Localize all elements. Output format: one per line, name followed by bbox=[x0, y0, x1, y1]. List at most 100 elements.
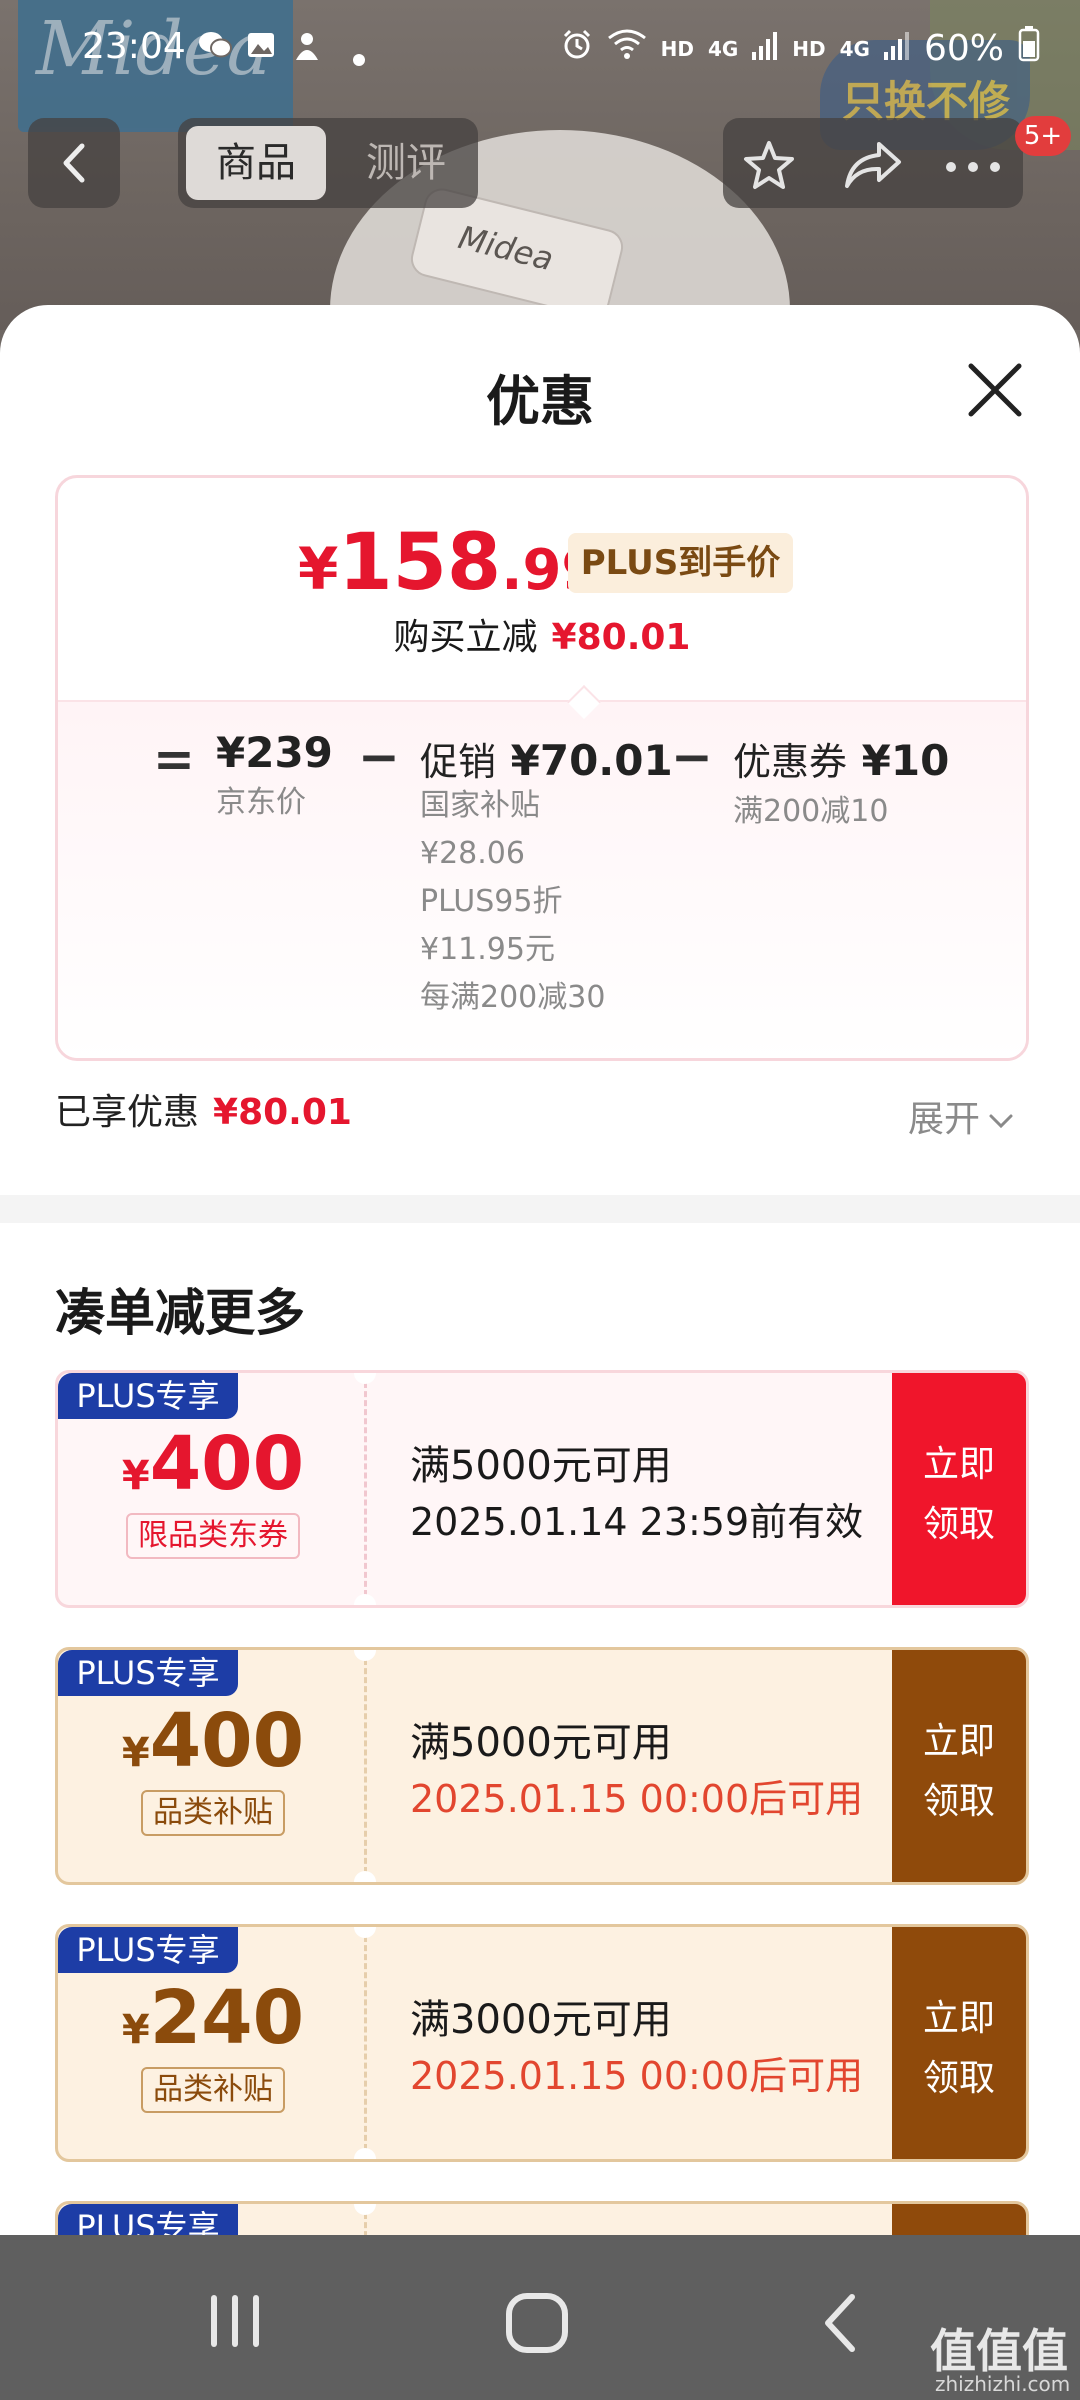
gallery-icon bbox=[246, 30, 276, 68]
plus-exclusive-tag: PLUS专享 bbox=[58, 1373, 238, 1419]
coupon-card: PLUS专享 ¥400 品类补贴 满5000元可用 2025.01.15 00:… bbox=[55, 1647, 1029, 1885]
plus-price-tag: PLUS到手价 bbox=[568, 533, 793, 593]
app-notification-icon bbox=[292, 30, 322, 70]
hd-label-2: HD bbox=[792, 36, 826, 61]
jd-price-label: 京东价 bbox=[216, 785, 306, 820]
nav-actions bbox=[723, 118, 1023, 208]
coupon-perforation bbox=[364, 1373, 367, 1605]
coupon-amount: ¥400 bbox=[58, 1698, 368, 1784]
coupon-hole bbox=[354, 1871, 376, 1882]
claim-label-1: 立即 bbox=[922, 1998, 995, 2039]
promo-detail-list: 国家补贴 ¥28.06 PLUS95折 ¥11.95元 每满200减30 bbox=[420, 782, 673, 1022]
coupon-block: 优惠券 ¥10 满200减10 bbox=[733, 731, 949, 830]
status-bar: 23:04 HD 4G HD 4G 60% bbox=[0, 0, 1080, 96]
coupon-amount: ¥240 bbox=[58, 1975, 368, 2061]
promo-block: 促销 ¥70.01 国家补贴 ¥28.06 PLUS95折 ¥11.95元 每满… bbox=[420, 731, 673, 1022]
favorite-star-icon[interactable] bbox=[741, 140, 797, 194]
system-nav-bar bbox=[0, 2235, 1080, 2400]
status-time: 23:04 bbox=[82, 26, 186, 67]
promo-label: 促销 bbox=[420, 740, 497, 784]
wechat-icon bbox=[198, 30, 232, 68]
coupon-card: PLUS专享 ¥240 品类补贴 满3000元可用 2025.01.15 00:… bbox=[55, 1924, 1029, 2162]
close-icon bbox=[968, 363, 1022, 417]
final-price: ¥158.99 bbox=[298, 518, 600, 608]
dot-icon bbox=[352, 40, 366, 75]
coupon-amount-value: 400 bbox=[149, 1421, 305, 1507]
coupon-left: PLUS专享 ¥400 限品类东券 bbox=[58, 1373, 368, 1605]
coupon-currency: ¥ bbox=[121, 1730, 150, 1776]
coupon-label: 优惠券 bbox=[733, 740, 848, 784]
instant-reduce-row: 购买立减 ¥80.01 bbox=[58, 608, 1026, 660]
back-nav-icon[interactable] bbox=[820, 2293, 860, 2357]
coupon-perforation bbox=[364, 1650, 367, 1882]
close-button[interactable] bbox=[965, 360, 1025, 420]
coupon-perforation bbox=[364, 1927, 367, 2159]
coupon-row: 优惠券 ¥10 bbox=[733, 731, 949, 786]
plus-exclusive-tag: PLUS专享 bbox=[58, 1927, 238, 1973]
coupon-amount: ¥400 bbox=[58, 1421, 368, 1507]
back-button[interactable] bbox=[28, 118, 120, 208]
promo-detail: ¥11.95元 bbox=[420, 932, 555, 967]
home-icon[interactable] bbox=[505, 2293, 569, 2357]
battery-icon bbox=[1018, 26, 1040, 71]
more-icon[interactable] bbox=[943, 158, 1003, 177]
coupon-currency: ¥ bbox=[121, 2007, 150, 2053]
coupon-card: PLUS专享 ¥400 限品类东券 满5000元可用 2025.01.14 23… bbox=[55, 1370, 1029, 1608]
claim-button[interactable] bbox=[892, 2204, 1026, 2235]
claim-label-1: 立即 bbox=[922, 1721, 995, 1762]
back-arrow-icon bbox=[63, 143, 85, 183]
coupon-left: PLUS专享 bbox=[58, 2204, 368, 2235]
watermark-domain: zhizhizhi.com bbox=[935, 2372, 1071, 2396]
final-price-integer: 158 bbox=[338, 518, 502, 608]
tab-review[interactable]: 测评 bbox=[346, 126, 466, 200]
alarm-icon bbox=[561, 28, 593, 69]
coupon-hole bbox=[354, 2148, 376, 2159]
claim-label-2: 领取 bbox=[922, 1781, 995, 1822]
coupon-left: PLUS专享 ¥400 品类补贴 bbox=[58, 1650, 368, 1882]
coupon-amount-value: 400 bbox=[149, 1698, 305, 1784]
promo-detail: 国家补贴 bbox=[420, 788, 540, 823]
coupon-validity: 2025.01.15 00:00后可用 bbox=[410, 2054, 864, 2098]
signal-icon-1 bbox=[752, 28, 778, 69]
coupon-value: ¥10 bbox=[861, 736, 950, 785]
share-icon[interactable] bbox=[843, 140, 903, 194]
signal-icon-2 bbox=[883, 28, 910, 69]
coupon-kind: 品类补贴 bbox=[141, 1790, 285, 1836]
minus-sign-1: − bbox=[358, 728, 400, 786]
promo-detail: ¥28.06 bbox=[420, 836, 525, 871]
claim-label-2: 领取 bbox=[922, 2058, 995, 2099]
product-logo-text: Midea bbox=[454, 218, 558, 279]
recent-apps-icon[interactable] bbox=[205, 2293, 265, 2353]
enjoyed-label: 已享优惠 bbox=[55, 1092, 200, 1133]
claim-button[interactable]: 立即 领取 bbox=[892, 1927, 1026, 2159]
coupon-condition: 满3000元可用 bbox=[410, 1997, 672, 2043]
claim-button[interactable]: 立即 领取 bbox=[892, 1373, 1026, 1605]
plus-exclusive-tag: PLUS专享 bbox=[58, 1650, 238, 1696]
final-price-currency: ¥ bbox=[298, 535, 339, 603]
claim-label-2: 领取 bbox=[922, 1504, 995, 1545]
promo-detail: 每满200减30 bbox=[420, 980, 606, 1015]
claim-button[interactable]: 立即 领取 bbox=[892, 1650, 1026, 1882]
network-label-2: 4G bbox=[839, 36, 870, 61]
coupon-amount-value: 240 bbox=[149, 1975, 305, 2061]
coupon-left: PLUS专享 ¥240 品类补贴 bbox=[58, 1927, 368, 2159]
battery-level: 60% bbox=[923, 28, 1004, 69]
discount-sheet: 优惠 ¥158.99 PLUS到手价 购买立减 ¥80.01 = ¥239 京东价… bbox=[0, 305, 1080, 2235]
expand-button[interactable]: 展开 bbox=[908, 1090, 1014, 1142]
coupon-condition: 满5000元可用 bbox=[410, 1443, 672, 1489]
page-tab-switch: 商品 测评 bbox=[178, 118, 478, 208]
promo-detail: PLUS95折 bbox=[420, 884, 563, 919]
notification-badge: 5+ bbox=[1015, 116, 1071, 156]
section-title: 凑单减更多 bbox=[55, 1284, 305, 1342]
jd-price-block: ¥239 京东价 bbox=[216, 728, 333, 821]
enjoyed-value: ¥80.01 bbox=[213, 1092, 352, 1133]
equals-sign: = bbox=[153, 730, 195, 788]
tab-product[interactable]: 商品 bbox=[186, 126, 326, 200]
coupon-currency: ¥ bbox=[121, 1453, 150, 1499]
network-label-1: 4G bbox=[707, 36, 739, 61]
jd-price-value: ¥239 bbox=[216, 728, 333, 777]
price-breakdown-card: ¥158.99 PLUS到手价 购买立减 ¥80.01 = ¥239 京东价 − … bbox=[55, 475, 1029, 1061]
promo-row: 促销 ¥70.01 bbox=[420, 731, 673, 786]
section-divider bbox=[0, 1195, 1080, 1223]
coupon-condition: 满5000元可用 bbox=[410, 1720, 672, 1766]
